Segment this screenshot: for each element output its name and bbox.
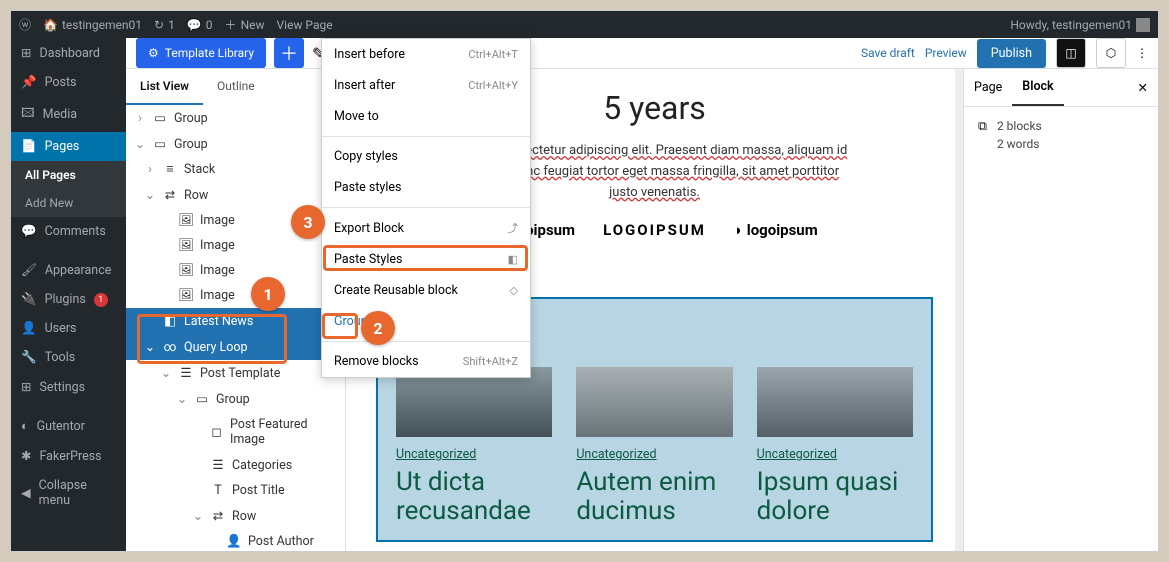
sidebar-comments[interactable]: 💬 Comments [11, 217, 126, 246]
tree-query-loop[interactable]: ⌄∞Query Loop [126, 334, 345, 360]
tree-latest-news[interactable]: ◧Latest News [126, 308, 345, 334]
annotation-circle-1: 1 [251, 277, 285, 311]
new-link[interactable]: ＋ New [225, 16, 265, 33]
menu-remove-blocks[interactable]: Remove blocksShift+Alt+Z [322, 346, 530, 377]
tree-stack[interactable]: ›≡Stack [126, 157, 345, 182]
post-category[interactable]: Uncategorized [757, 447, 913, 462]
sidebar-users[interactable]: 👤 Users [11, 314, 126, 343]
updates-link[interactable]: ↻ 1 [154, 18, 175, 32]
sidebar-appearance[interactable]: 🖌 Appearance [11, 256, 126, 285]
tab-block[interactable]: Block [1012, 69, 1063, 106]
tree-post-template[interactable]: ⌄☰Post Template [126, 360, 345, 386]
admin-sidebar: ⊞ Dashboard 📌 Posts 🖾 Media 📄 Pages All … [11, 38, 126, 551]
menu-paste-styles-2[interactable]: Paste Styles◧ [322, 244, 530, 275]
annotation-circle-2: 2 [361, 311, 395, 345]
tree-row[interactable]: ⌄⇄Row [126, 503, 345, 529]
tree-post-author[interactable]: 👤Post Author [126, 529, 345, 552]
template-library-button[interactable]: ⚙ Template Library [136, 38, 266, 68]
editor-toolbar: ⚙ Template Library ＋ ✎ Save draft Previe… [126, 38, 1158, 69]
tree-group[interactable]: ⌄▭Group [126, 131, 345, 157]
tree-image[interactable]: 🖼Image [126, 283, 345, 308]
sidebar-gutentor[interactable]: ◐ Gutentor [11, 412, 126, 441]
post-title[interactable]: Ut dicta recusandae [396, 468, 552, 525]
word-count: 2 words [997, 137, 1042, 151]
list-tabs: List View Outline [126, 69, 345, 105]
sidebar-settings[interactable]: ⊞ Settings [11, 372, 126, 402]
sidebar-fakerpress[interactable]: ✱ FakerPress [11, 441, 126, 471]
sidebar-media[interactable]: 🖾 Media [11, 97, 126, 132]
tab-listview[interactable]: List View [126, 69, 203, 105]
list-view-panel: List View Outline ›▭Group ⌄▭Group ›≡Stac… [126, 69, 346, 552]
comments-link[interactable]: 💬 0 [187, 18, 213, 32]
logo-2: LOGOIPSUM [603, 221, 706, 239]
block-context-menu: Insert beforeCtrl+Alt+T Insert afterCtrl… [321, 38, 531, 378]
save-draft[interactable]: Save draft [861, 46, 915, 60]
tree-categories[interactable]: ☰Categories [126, 452, 345, 478]
block-tree: ›▭Group ⌄▭Group ›≡Stack ⌄⇄Row 🖼Image 🖼Im… [126, 105, 345, 552]
adminbar: ⓦ 🏠 testingemen01 ↻ 1 💬 0 ＋ New View Pag… [11, 11, 1158, 38]
sidebar-tools[interactable]: 🔧 Tools [11, 343, 126, 372]
menu-copy-styles[interactable]: Copy styles [322, 141, 530, 172]
sidebar-pages[interactable]: 📄 Pages [11, 132, 126, 161]
sidebar-posts[interactable]: 📌 Posts [11, 68, 126, 97]
menu-export-block[interactable]: Export Block⤴ [322, 212, 530, 244]
sidebar-collapse[interactable]: ◀ Collapse menu [11, 471, 126, 515]
sidebar-addnew[interactable]: Add New [11, 189, 126, 217]
menu-insert-before[interactable]: Insert beforeCtrl+Alt+T [322, 39, 530, 70]
settings-panel: Page Block ✕ ⧉ 2 blocks 2 words [963, 69, 1158, 552]
menu-move-to[interactable]: Move to [322, 101, 530, 132]
howdy[interactable]: Howdy, testingemen01 [1010, 18, 1150, 32]
post-card[interactable]: Uncategorized Ipsum quasi dolore [757, 367, 913, 525]
post-title[interactable]: Ipsum quasi dolore [757, 468, 913, 525]
viewpage-link[interactable]: View Page [277, 18, 333, 32]
logo-3: ◗ logoipsum [734, 221, 818, 239]
post-category[interactable]: Uncategorized [396, 447, 552, 462]
settings-panel-toggle[interactable]: ◫ [1056, 38, 1086, 68]
post-image [757, 367, 913, 437]
post-image [576, 367, 732, 437]
site-link[interactable]: 🏠 testingemen01 [43, 18, 142, 32]
publish-button[interactable]: Publish [977, 39, 1046, 68]
menu-create-reusable[interactable]: Create Reusable block◇ [322, 275, 530, 306]
post-category[interactable]: Uncategorized [576, 447, 732, 462]
tree-featured-image[interactable]: ◻Post Featured Image [126, 412, 345, 452]
post-title[interactable]: Autem enim ducimus [576, 468, 732, 525]
menu-insert-after[interactable]: Insert afterCtrl+Alt+Y [322, 70, 530, 101]
post-card[interactable]: Uncategorized Autem enim ducimus [576, 367, 732, 525]
tree-image[interactable]: 🖼Image [126, 258, 345, 283]
more-options[interactable]: ⋮ [1136, 46, 1148, 60]
menu-group[interactable]: Group [322, 306, 530, 337]
tree-post-title[interactable]: TPost Title [126, 478, 345, 503]
copy-icon: ⧉ [978, 119, 987, 151]
tree-group[interactable]: ⌄▭Group [126, 386, 345, 412]
close-panel[interactable]: ✕ [1128, 70, 1158, 106]
tree-group[interactable]: ›▭Group [126, 105, 345, 131]
canvas-scrollbar[interactable] [955, 69, 963, 552]
sidebar-allpages[interactable]: All Pages [11, 161, 126, 189]
sidebar-dashboard[interactable]: ⊞ Dashboard [11, 38, 126, 68]
wp-logo[interactable]: ⓦ [19, 16, 31, 33]
tree-row[interactable]: ⌄⇄Row [126, 182, 345, 208]
add-block-button[interactable]: ＋ [274, 38, 304, 68]
gear-button[interactable]: ⬡ [1096, 38, 1126, 68]
block-count: 2 blocks [997, 119, 1042, 133]
menu-paste-styles[interactable]: Paste styles [322, 172, 530, 203]
tab-outline[interactable]: Outline [203, 69, 269, 105]
sidebar-plugins[interactable]: 🔌 Plugins 1 [11, 285, 126, 314]
post-card[interactable]: Uncategorized Ut dicta recusandae [396, 367, 552, 525]
tab-page[interactable]: Page [964, 70, 1012, 105]
annotation-circle-3: 3 [291, 205, 325, 239]
preview[interactable]: Preview [925, 46, 967, 60]
block-options-button[interactable]: ⋮ [331, 316, 347, 335]
